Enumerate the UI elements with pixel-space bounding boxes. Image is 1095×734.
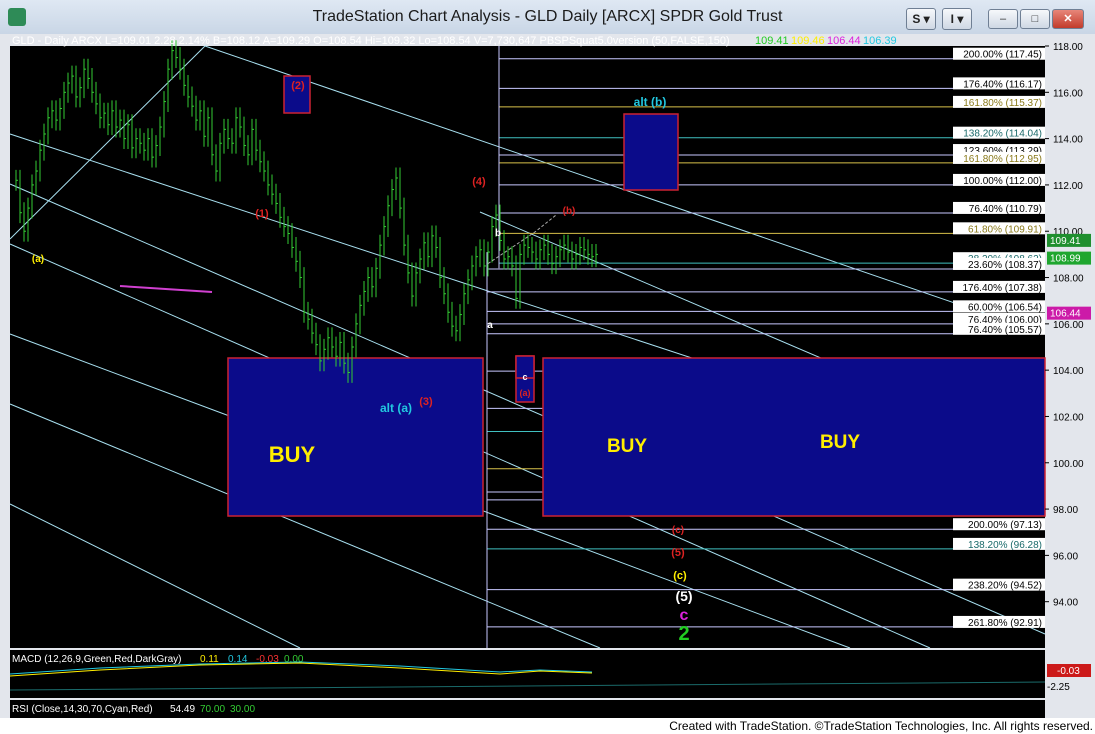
fib-level-label: 23.60% (108.37) (968, 260, 1042, 271)
fib-level-label: 100.00% (112.00) (963, 176, 1042, 187)
wave-label: (4) (472, 176, 486, 188)
price-pane (10, 46, 1045, 648)
rsi-value: 54.49 (170, 704, 195, 715)
wave-label: alt (a) (380, 401, 412, 415)
fib-level-label: 261.80% (92.91) (968, 618, 1042, 629)
wave-label: (3) (419, 396, 433, 408)
restore-button[interactable]: □ (1020, 9, 1050, 29)
y-axis-tick-label: 100.00 (1053, 459, 1084, 470)
y-axis-tick-label: 114.00 (1053, 135, 1083, 146)
fib-level-label: 61.80% (109.91) (968, 224, 1042, 235)
rsi-value: 30.00 (230, 704, 255, 715)
buy-zone-label: BUY (820, 432, 860, 453)
fib-level-label: 138.20% (96.28) (968, 540, 1042, 551)
fib-level-label: 238.20% (94.52) (968, 581, 1042, 592)
wave-label: a (487, 320, 493, 331)
rsi-header: RSI (Close,14,30,70,Cyan,Red) (12, 704, 153, 715)
y-axis-tick-label: 104.00 (1053, 366, 1084, 377)
copyright-footer: Created with TradeStation. ©TradeStation… (0, 718, 1095, 734)
wave-label: (5) (671, 547, 685, 559)
price-tag-label: 108.99 (1050, 254, 1081, 265)
fib-level-label: 200.00% (117.45) (963, 50, 1042, 61)
wave-label: (a) (32, 254, 44, 265)
wave-label: b (495, 228, 501, 239)
interval-link-label: I (950, 12, 954, 26)
y-axis-tick-label: 116.00 (1053, 88, 1083, 99)
header-indicator-value: 106.39 (863, 35, 897, 47)
minimize-button[interactable]: – (988, 9, 1018, 29)
fib-level-label: 76.40% (105.57) (968, 325, 1042, 336)
y-axis-tick-label: 102.00 (1053, 412, 1084, 423)
target-zone-box (623, 113, 679, 191)
macd-axis-label: -2.25 (1047, 682, 1070, 693)
y-axis-tick-label: 118.00 (1053, 42, 1083, 53)
target-zone-label: alt (b) (634, 95, 667, 109)
fib-level-label: 200.00% (97.13) (968, 520, 1042, 531)
y-axis-tick-label: 98.00 (1053, 505, 1078, 516)
header-indicator-value: 109.41 (755, 35, 789, 47)
price-tag-label: 106.44 (1050, 309, 1081, 320)
rsi-pane (10, 700, 1045, 718)
y-axis-tick-label: 112.00 (1053, 181, 1083, 192)
target-zone-label: (2) (291, 80, 305, 92)
header-indicator-value: 106.44 (827, 35, 861, 47)
fib-level-label: 138.20% (114.04) (963, 129, 1042, 140)
target-zone-label: (a) (520, 388, 531, 398)
y-axis-tick-label: 108.00 (1053, 274, 1084, 285)
fib-level-label: 176.40% (116.17) (963, 79, 1042, 90)
close-button[interactable]: ✕ (1052, 9, 1084, 29)
fib-level-label: 60.00% (106.54) (968, 302, 1042, 313)
fib-level-label: 161.80% (115.37) (963, 98, 1042, 109)
wave-label: (5) (675, 588, 692, 604)
y-axis-tick-label: 106.00 (1053, 320, 1084, 331)
copyright-text: Created with TradeStation. ©TradeStation… (669, 719, 1093, 733)
macd-tag-label: -0.03 (1057, 666, 1080, 677)
fib-level-label: 161.80% (112.95) (963, 154, 1042, 165)
buy-zone-label: BUY (607, 436, 647, 457)
buy-zone-label: BUY (269, 442, 316, 467)
price-tag-label: 109.41 (1050, 236, 1081, 247)
y-axis-tick-label: 94.00 (1053, 598, 1078, 609)
target-zone-label: c (522, 372, 527, 382)
buy-zone-box (227, 357, 484, 517)
fib-level-label: 176.40% (107.38) (962, 283, 1042, 294)
symbol-header: GLD - Daily ARCX L=109.01 2.28 2.14% B=1… (12, 35, 730, 47)
rsi-value: 70.00 (200, 704, 225, 715)
fib-level-label: 76.40% (110.79) (969, 204, 1042, 215)
wave-label: (1) (255, 208, 269, 220)
symbol-link-button[interactable]: S ▾ (906, 8, 936, 30)
y-axis-tick-label: 96.00 (1053, 551, 1078, 562)
wave-label: (c) (673, 570, 687, 582)
symbol-link-label: S (912, 12, 921, 26)
wave-label: 2 (678, 623, 689, 645)
wave-label: c (680, 607, 689, 624)
window-titlebar: TradeStation Chart Analysis - GLD Daily … (0, 0, 1095, 35)
macd-header: MACD (12,26,9,Green,Red,DarkGray) (12, 654, 182, 665)
header-indicator-value: 109.46 (791, 35, 825, 47)
wave-label: (c) (672, 525, 684, 536)
price-chart[interactable]: 200.00% (117.45) 176.40% (116.17) 161.80% … (0, 34, 1095, 718)
wave-label: (b) (563, 206, 576, 217)
interval-link-button[interactable]: I ▾ (942, 8, 972, 30)
